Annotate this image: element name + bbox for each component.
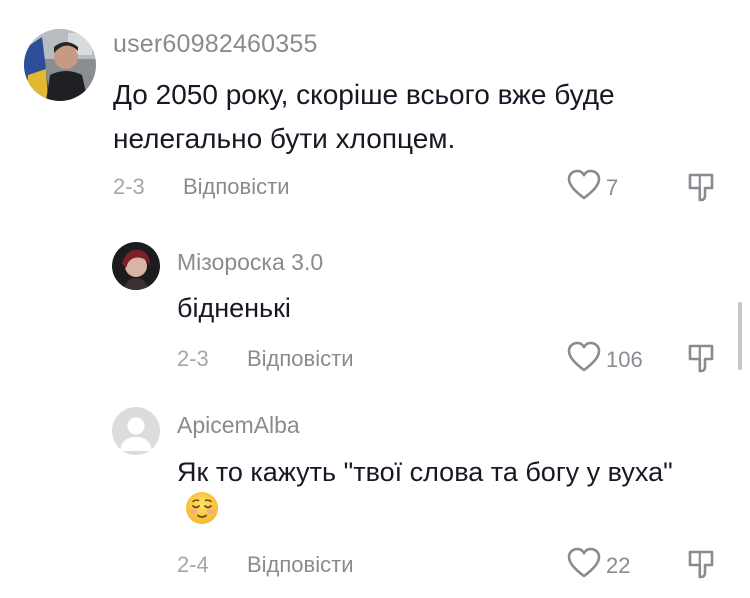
relieved-face-emoji bbox=[185, 491, 219, 538]
heart-icon bbox=[567, 341, 601, 378]
reply-button[interactable]: Відповісти bbox=[247, 346, 354, 372]
heart-icon bbox=[567, 547, 601, 584]
dislike-button[interactable] bbox=[686, 342, 718, 379]
like-count: 7 bbox=[606, 174, 619, 200]
comment-text: бідненькі bbox=[177, 293, 291, 323]
comment-date: 2-3 bbox=[113, 174, 145, 199]
comments-panel: user60982460355 До 2050 року, скоріше вс… bbox=[0, 0, 750, 598]
comment-text: Як то кажуть "твої слова та богу у вуха" bbox=[177, 450, 697, 541]
comment-date: 2-3 bbox=[177, 346, 209, 371]
comment-date: 2-4 bbox=[177, 552, 209, 577]
comment-username[interactable]: ApicemAlba bbox=[177, 412, 300, 439]
dislike-icon bbox=[686, 173, 718, 207]
heart-icon bbox=[567, 169, 601, 206]
dislike-button[interactable] bbox=[686, 548, 718, 585]
avatar[interactable] bbox=[112, 407, 160, 455]
avatar[interactable] bbox=[24, 29, 96, 101]
dislike-icon bbox=[686, 550, 718, 584]
comment-text-content: Як то кажуть "твої слова та богу у вуха" bbox=[177, 457, 673, 487]
dislike-icon bbox=[686, 344, 718, 378]
comment-username[interactable]: user60982460355 bbox=[113, 30, 318, 59]
reply-button[interactable]: Відповісти bbox=[247, 552, 354, 578]
comment-text: До 2050 року, скоріше всього вже буде не… bbox=[113, 79, 615, 154]
comment-username[interactable]: Мізороска 3.0 bbox=[177, 249, 323, 276]
like-button[interactable]: 7 bbox=[567, 169, 618, 206]
dislike-button[interactable] bbox=[686, 171, 718, 208]
avatar[interactable] bbox=[112, 242, 160, 290]
like-count: 22 bbox=[606, 552, 631, 578]
like-button[interactable]: 106 bbox=[567, 341, 643, 378]
like-count: 106 bbox=[606, 346, 643, 372]
scrollbar[interactable] bbox=[738, 302, 742, 370]
reply-button[interactable]: Відповісти bbox=[183, 174, 290, 200]
like-button[interactable]: 22 bbox=[567, 547, 630, 584]
